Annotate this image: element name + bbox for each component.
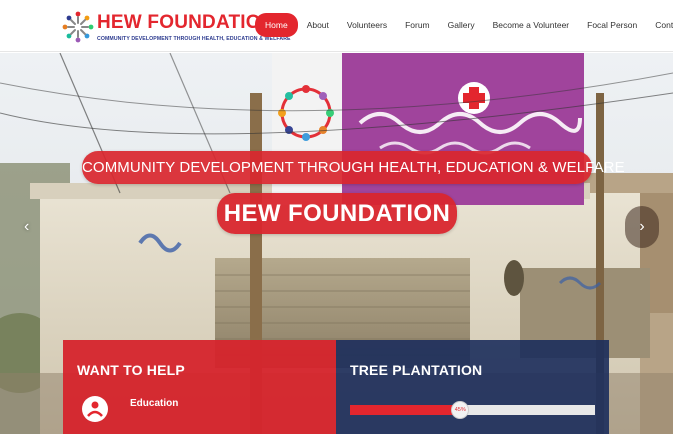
nav-home[interactable]: Home [255, 13, 298, 37]
education-icon [82, 396, 108, 422]
nav-focal-person[interactable]: Focal Person [578, 13, 646, 37]
site-header: HEW FOUNDATION COMMUNITY DEVELOPMENT THR… [0, 0, 673, 52]
hero-title: HEW FOUNDATION [217, 193, 457, 234]
site-logo[interactable]: HEW FOUNDATION COMMUNITY DEVELOPMENT THR… [62, 8, 291, 48]
tree-plantation-progress-bar: 45% [350, 401, 595, 419]
hero-subtitle: COMMUNITY DEVELOPMENT THROUGH HEALTH, ED… [82, 151, 625, 184]
tree-plantation-title: TREE PLANTATION [350, 362, 483, 378]
slider-next-button[interactable]: › [625, 206, 659, 248]
nav-forum[interactable]: Forum [396, 13, 439, 37]
slider-prev-button[interactable]: ‹ [24, 218, 29, 236]
main-nav: Home About Volunteers Forum Gallery Beco… [255, 13, 673, 37]
chevron-right-icon: › [639, 218, 645, 235]
nav-gallery[interactable]: Gallery [439, 13, 484, 37]
progress-fill [350, 405, 461, 415]
want-to-help-panel: WANT TO HELP Education [63, 340, 336, 434]
brand-name: HEW FOUNDATION [97, 12, 275, 33]
nav-about[interactable]: About [298, 13, 338, 37]
want-to-help-title: WANT TO HELP [77, 362, 185, 378]
people-circle-logo-icon [62, 11, 94, 43]
tree-plantation-panel: TREE PLANTATION 45% [336, 340, 609, 434]
education-link[interactable]: Education [130, 398, 178, 409]
chevron-left-icon: ‹ [24, 218, 30, 235]
nav-become-volunteer[interactable]: Become a Volunteer [484, 13, 579, 37]
progress-percent-badge: 45% [451, 401, 470, 419]
nav-volunteers[interactable]: Volunteers [338, 13, 396, 37]
nav-contact[interactable]: Contact [646, 13, 673, 37]
